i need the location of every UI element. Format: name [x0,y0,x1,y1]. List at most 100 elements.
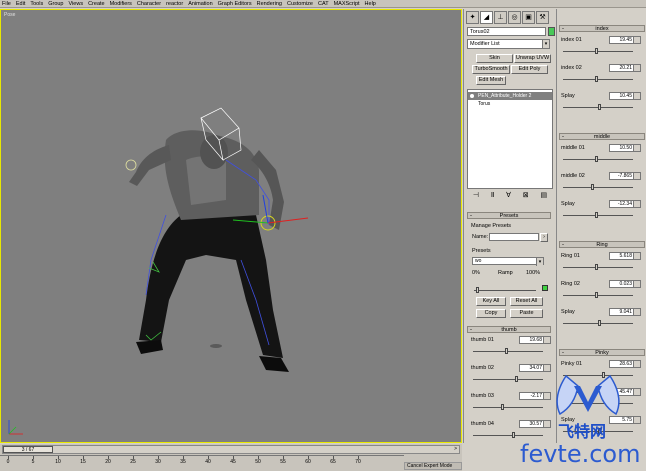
middle-middle-01-slider-track[interactable] [563,159,633,160]
display-tab-icon[interactable]: ▣ [522,11,535,24]
track-bar[interactable]: 0 5 10 15 20 25 30 35 40 45 50 55 60 65 70 [0,455,404,465]
remove-modifier-icon[interactable]: ⊠ [523,191,529,201]
pinky-pinky-01-spinner[interactable]: 28.63 [609,360,641,368]
object-color-swatch[interactable] [548,27,555,36]
ramp-key-indicator[interactable] [542,285,548,291]
object-name-field[interactable]: Torus02 [467,27,546,36]
menu-item-edit[interactable]: Edit [16,1,25,7]
make-unique-icon[interactable]: ∀ [506,191,511,201]
ring-rollout-header[interactable]: - Ring [559,241,645,248]
menu-item-modifiers[interactable]: Modifiers [110,1,132,7]
reset-all-button[interactable]: Reset All [510,297,543,306]
turbosmooth-button[interactable]: TurboSmooth [472,65,510,74]
menu-item-tools[interactable]: Tools [30,1,43,7]
thumb-thumb-01-slider-knob[interactable] [504,348,508,354]
create-tab-icon[interactable]: ✦ [466,11,479,24]
ring-splay-slider-knob[interactable] [598,320,601,326]
unwrap-uvw-button[interactable]: Unwrap UVW [514,54,551,63]
middle-rollout-header[interactable]: - middle [559,133,645,140]
pinky-rollout-header[interactable]: - Pinky [559,349,645,356]
bulb-icon[interactable] [470,94,474,98]
next-frame-arrow-icon[interactable]: > [454,446,457,452]
menu-item-file[interactable]: File [2,1,11,7]
index-index-02-spinner[interactable]: 20.21 [609,64,641,72]
menu-item-animation[interactable]: Animation [188,1,212,7]
index-index-01-slider-knob[interactable] [594,48,598,54]
configure-sets-icon[interactable]: ▤ [540,191,547,201]
menu-item-reactor[interactable]: reactor [166,1,183,7]
character-scene[interactable] [1,10,462,443]
show-end-result-icon[interactable]: Ⅱ [491,191,494,201]
utilities-tab-icon[interactable]: ⚒ [536,11,549,24]
preset-arrow-button[interactable]: › [540,233,548,242]
ramp-slider-track[interactable] [474,290,536,291]
menu-item-cat[interactable]: CAT [318,1,329,7]
thumb-thumb-02-slider-knob[interactable] [515,376,518,382]
menu-item-maxscript[interactable]: MAXScript [334,1,360,7]
time-slider-thumb[interactable]: 3 / 67 [3,446,53,453]
skin-button[interactable]: Skin [476,54,513,63]
pin-stack-icon[interactable]: ⊣ [473,191,479,201]
pinky-rollout-title: Pinky [595,350,609,356]
preset-name-input[interactable] [489,233,539,241]
middle-splay-slider-knob[interactable] [594,212,598,218]
copy-button[interactable]: Copy [476,309,506,318]
perspective-viewport[interactable]: Pose [0,9,462,443]
key-all-button[interactable]: Key All [476,297,506,306]
middle-splay-slider-track[interactable] [563,215,633,216]
ring-ring-02-slider-knob[interactable] [594,292,598,298]
index-splay-spinner[interactable]: 10.45 [609,92,641,100]
ring-ring-02-slider-track[interactable] [563,295,633,296]
middle-middle-02-slider-track[interactable] [563,187,633,188]
presets-rollout-header[interactable]: - Presets [467,212,551,219]
menu-item-help[interactable]: Help [365,1,376,7]
modifier-list-dropdown[interactable]: Modifier List ▾ [467,39,550,49]
index-index-01-spinner[interactable]: 19.45 [609,36,641,44]
menu-item-create[interactable]: Create [88,1,105,7]
middle-middle-01-spinner[interactable]: 10.50 [609,144,641,152]
time-slider[interactable]: 3 / 67 > [2,445,460,454]
edit-mesh-button[interactable]: Edit Mesh [476,76,506,85]
paste-button[interactable]: Paste [510,309,543,318]
middle-middle-02-spinner[interactable]: -7.865 [609,172,641,180]
index-rollout-header[interactable]: - index [559,25,645,32]
ring-ring-01-spinner[interactable]: 5.618 [609,252,641,260]
ring-ring-01-slider-track[interactable] [563,267,633,268]
index-index-02-slider-track[interactable] [563,79,633,80]
edit-poly-button[interactable]: Edit Poly [511,65,548,74]
ring-splay-spinner[interactable]: 9.041 [609,308,641,316]
hierarchy-tab-icon[interactable]: ⊥ [494,11,507,24]
ring-ring-01-slider-knob[interactable] [594,264,598,270]
index-index-01-slider-track[interactable] [563,51,633,52]
ruler-tick-label: 40 [205,459,211,465]
stack-item-torus[interactable]: Torus [478,101,490,107]
ramp-slider-knob[interactable] [475,287,479,293]
modify-tab-icon[interactable]: ◢ [480,11,493,24]
thumb-thumb-01-slider-track[interactable] [473,351,543,352]
ring-ring-02-spinner[interactable]: 0.023 [609,280,641,288]
thumb-thumb-04-slider-knob[interactable] [511,432,515,438]
index-index-02-slider-knob[interactable] [594,76,598,82]
stack-toolbar: ⊣ Ⅱ ∀ ⊠ ▤ [467,191,553,201]
thumb-thumb-01-spinner[interactable]: 19.68 [519,336,551,344]
menu-item-rendering[interactable]: Rendering [257,1,282,7]
thumb-thumb-03-slider-knob[interactable] [501,404,504,410]
index-splay-slider-knob[interactable] [598,104,601,110]
menu-item-views[interactable]: Views [69,1,84,7]
ruler-tick-label: 30 [155,459,161,465]
thumb-rollout-header[interactable]: - thumb [467,326,551,333]
stack-item-attribute-holder[interactable]: PEN_Attribute_Holder 2 [468,92,552,100]
menu-item-character[interactable]: Character [137,1,161,7]
middle-middle-02-label: middle 02 [561,173,585,179]
ruler-tick-label: 65 [330,459,336,465]
middle-middle-02-slider-knob[interactable] [591,184,594,190]
menu-item-customize[interactable]: Customize [287,1,313,7]
menu-item-graph-editors[interactable]: Graph Editors [218,1,252,7]
middle-splay-spinner[interactable]: -12.34 [609,200,641,208]
menu-item-group[interactable]: Group [48,1,63,7]
viewport-label[interactable]: Pose [4,12,15,18]
index-index-02-label: index 02 [561,65,582,71]
motion-tab-icon[interactable]: ◎ [508,11,521,24]
preset-select[interactable]: wo ▾ [472,257,544,266]
middle-middle-01-slider-knob[interactable] [594,156,598,162]
